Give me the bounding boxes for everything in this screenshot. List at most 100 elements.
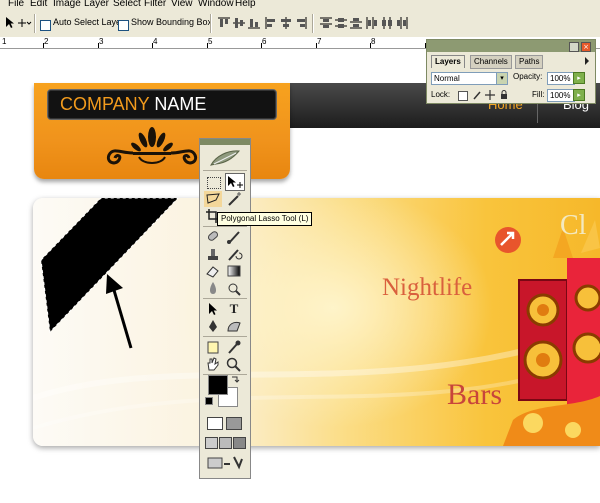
clone-stamp-icon[interactable] [204,246,222,262]
feather-logo-icon[interactable] [208,148,242,168]
screen-mode-full-icon[interactable] [233,437,246,449]
hero-banner: Nightlife Bars Cl [33,198,600,446]
company-name-part2: NAME [149,94,207,114]
polygonal-lasso-icon[interactable] [204,191,222,207]
move-tool-preset-icon[interactable] [4,16,32,30]
ruler-tick [316,43,317,48]
healing-brush-icon[interactable] [204,229,222,245]
align-vertical-center-icon[interactable] [233,17,245,29]
lock-label: Lock: [431,90,451,99]
standard-mode-icon[interactable] [207,417,223,430]
speaker-graphic [503,220,600,446]
menu-file[interactable]: File [8,0,24,9]
menu-bar: File Edit Image Layer Select Filter View… [0,0,600,10]
eyedropper-icon[interactable] [225,339,243,355]
jump-to-imageready-icon[interactable] [207,454,243,470]
company-name-part1: COMPANY [60,94,150,114]
ruler-tick [98,43,99,48]
dodge-icon[interactable] [225,280,243,296]
minimize-icon[interactable] [569,42,579,52]
divider [203,226,247,227]
distribute-right-icon[interactable] [396,17,408,29]
magic-wand-icon[interactable] [225,191,243,207]
tab-paths[interactable]: Paths [515,55,544,69]
default-colors-icon[interactable] [205,397,213,405]
fill-value: 100% [550,91,571,100]
divider [203,336,247,337]
menu-edit[interactable]: Edit [30,0,47,9]
align-right-icon[interactable] [295,17,307,29]
distribute-left-icon[interactable] [366,17,378,29]
menu-window[interactable]: Window [198,0,234,9]
ruler-tick [43,43,44,48]
tools-panel[interactable]: T [199,138,251,479]
separator [312,14,314,33]
pen-icon[interactable] [204,318,222,334]
lock-image-icon[interactable] [472,90,482,100]
lock-position-icon[interactable] [485,90,495,100]
opacity-slider-arrow-icon[interactable]: ▸ [573,72,585,84]
separator [210,14,212,33]
distribute-center-icon[interactable] [335,17,347,29]
blur-icon[interactable] [204,280,222,296]
ruler-tick [370,43,371,48]
distribute-horizontal-center-icon[interactable] [381,17,393,29]
show-bounding-box-checkbox[interactable] [118,18,129,31]
history-brush-icon[interactable] [225,246,243,262]
menu-layer[interactable]: Layer [84,0,109,9]
auto-select-layer-checkbox[interactable] [40,18,51,31]
palette-title-bar[interactable]: × [427,40,595,52]
hand-icon[interactable] [204,356,222,372]
screen-mode-menu-icon[interactable] [219,437,232,449]
zoom-icon[interactable] [225,356,243,372]
distribute-bottom-icon[interactable] [350,17,362,29]
marquee-icon[interactable] [207,177,221,189]
menu-select[interactable]: Select [113,0,141,9]
ruler-number: 3 [99,37,104,46]
tab-layers[interactable]: Layers [431,55,465,68]
separator [34,14,36,33]
opacity-value: 100% [550,74,571,83]
menu-view[interactable]: View [171,0,193,9]
selected-black-shape [41,198,178,332]
menu-help[interactable]: Help [235,0,256,9]
palette-menu-icon[interactable] [583,56,591,66]
align-bottom-icon[interactable] [248,17,260,29]
options-bar: Auto Select Layer Show Bounding Box [0,10,600,38]
type-icon[interactable]: T [225,301,243,317]
align-top-icon[interactable] [218,17,230,29]
foreground-color-swatch-top[interactable] [208,375,228,395]
path-selection-icon[interactable] [204,301,222,317]
fill-label: Fill: [532,90,545,99]
lock-all-icon[interactable] [499,90,509,100]
notes-icon[interactable] [204,339,222,355]
align-left-icon[interactable] [265,17,277,29]
menu-filter[interactable]: Filter [144,0,166,9]
swap-colors-icon[interactable] [230,375,240,385]
fill-input[interactable]: 100% [547,89,575,102]
custom-shape-icon[interactable] [225,318,243,334]
tools-title-bar[interactable] [200,139,250,145]
opacity-input[interactable]: 100% [547,72,575,85]
quick-mask-mode-icon[interactable] [226,417,242,430]
eraser-icon[interactable] [204,263,222,279]
ruler-number: 2 [44,37,49,46]
gradient-icon[interactable] [225,263,243,279]
menu-image[interactable]: Image [53,0,81,9]
tab-channels[interactable]: Channels [470,55,512,69]
move-icon[interactable] [225,173,245,191]
distribute-top-icon[interactable] [320,17,332,29]
layers-palette[interactable]: × Layers Channels Paths Normal ▾ Opacity… [426,39,596,104]
ruler-number: 7 [317,37,322,46]
ruler-number: 1 [2,37,7,46]
ruler-number: 4 [153,37,158,46]
club-text: Cl [560,210,587,241]
fill-slider-arrow-icon[interactable]: ▸ [573,89,585,101]
brush-icon[interactable] [225,229,243,245]
close-icon[interactable]: × [581,42,591,52]
screen-mode-standard-icon[interactable] [205,437,218,449]
lock-transparent-icon[interactable] [458,91,468,101]
chevron-down-icon[interactable]: ▾ [496,73,507,84]
ruler-number: 8 [371,37,376,46]
align-horizontal-center-icon[interactable] [280,17,292,29]
